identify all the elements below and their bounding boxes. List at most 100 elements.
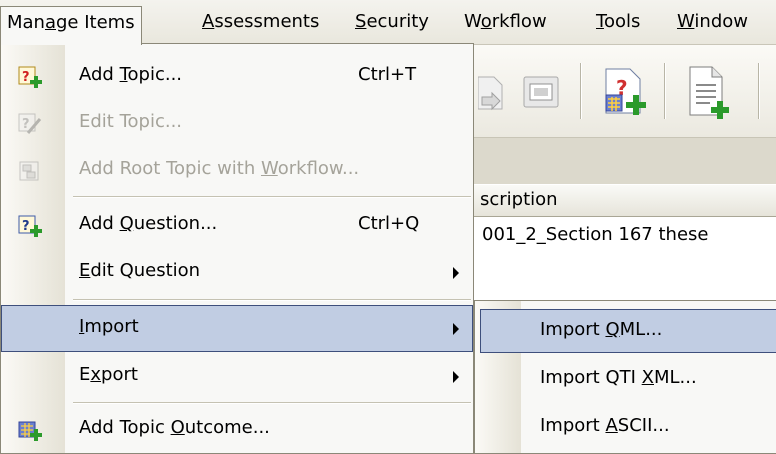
menu-mnemonic: Q (119, 213, 134, 234)
menu-item-add-question[interactable]: ? Add Question... Ctrl+Q (1, 202, 473, 249)
menu-item-import[interactable]: Import (1, 305, 473, 352)
menu-item-label: Add Question... (79, 213, 217, 234)
toolbar-separator (664, 63, 665, 119)
menu-mnemonic: S (355, 11, 367, 32)
menu-label-part: Edit Topic... (79, 111, 183, 132)
svg-text:?: ? (22, 219, 30, 234)
menu-tools[interactable]: Tools (590, 6, 646, 38)
menu-item-shortcut: Ctrl+T (358, 64, 417, 85)
toolbar-new-document-icon[interactable] (686, 65, 730, 121)
menu-label-part: orkflow... (277, 158, 360, 179)
menu-manage-items[interactable]: Manage Items (0, 6, 142, 45)
svg-text:?: ? (22, 117, 30, 132)
menu-item-label: Import (79, 316, 139, 337)
menu-mnemonic: T (596, 11, 604, 32)
menu-label-part: uestion... (133, 213, 218, 234)
svg-text:?: ? (22, 70, 30, 85)
menu-label-part: utcome... (184, 417, 270, 438)
menu-mnemonic: A (202, 11, 215, 32)
menu-label-part: Add Root Topic with (79, 158, 261, 179)
submenu-item-label: Import QML... (540, 319, 662, 340)
menu-mnemonic: o (480, 11, 492, 32)
menu-mnemonic: a (44, 12, 56, 33)
menu-item-label: Add Topic Outcome... (79, 417, 270, 438)
import-submenu: Import QML... Import QTI XML... Import A… (474, 300, 776, 454)
menu-item-label: Add Root Topic with Workflow... (79, 158, 359, 179)
submenu-item-label: Import ASCII... (540, 415, 670, 436)
menu-mnemonic: Q (605, 319, 620, 340)
menu-item-edit-question[interactable]: Edit Question (1, 249, 473, 296)
menu-label-part: ML... (619, 319, 663, 340)
menu-mnemonic: W (677, 11, 695, 32)
toolbar-add-question-icon[interactable]: ? (600, 65, 648, 119)
menu-item-edit-topic: ? Edit Topic... (1, 100, 473, 147)
add-question-icon: ? (18, 215, 42, 237)
toolbar-image-icon[interactable] (522, 73, 562, 111)
menu-separator (73, 402, 471, 404)
submenu-item-import-qti-xml[interactable]: Import QTI XML... (480, 357, 776, 401)
menu-item-export[interactable]: Export (1, 353, 473, 400)
menu-label-part: dit Question (90, 260, 201, 281)
grid-cell-description[interactable]: 001_2_Section 167 these (482, 224, 708, 245)
menu-mnemonic: E (79, 260, 91, 281)
menu-label-part: SCII... (617, 415, 670, 436)
toolbar-doc-arrow-icon[interactable] (478, 75, 506, 111)
menu-label-part: port (101, 364, 138, 385)
toolbar-separator (758, 63, 759, 119)
menu-mnemonic: X (641, 367, 654, 388)
add-topic-icon: ? (18, 66, 42, 88)
menu-security[interactable]: Security (349, 6, 435, 38)
menu-label-part: ML... (654, 367, 697, 388)
menu-item-label: Export (79, 364, 138, 385)
menu-mnemonic: W (260, 158, 278, 179)
menu-label-part: W (464, 11, 481, 32)
submenu-item-import-ascii[interactable]: Import ASCII... (480, 405, 776, 449)
group-by-strip (460, 138, 776, 185)
submenu-arrow-icon (453, 371, 459, 383)
add-topic-outcome-icon (18, 421, 42, 441)
edit-topic-icon: ? (18, 113, 42, 134)
submenu-arrow-icon (453, 323, 459, 335)
menu-mnemonic: x (90, 364, 102, 385)
manage-items-dropdown: ? Add Topic... Ctrl+T ? Edit Topic... Ad… (0, 43, 474, 454)
menu-item-add-topic[interactable]: ? Add Topic... Ctrl+T (1, 53, 473, 100)
menu-mnemonic: O (170, 417, 185, 438)
menu-item-add-topic-outcome[interactable]: Add Topic Outcome... (1, 406, 473, 453)
toolbar: ? (460, 45, 776, 138)
submenu-item-label: Import QTI XML... (540, 367, 697, 388)
add-root-topic-icon (19, 161, 39, 181)
menu-item-add-root-topic-workflow: Add Root Topic with Workflow... (1, 147, 473, 194)
menu-bar: Manage Items Assessments Security Workfl… (0, 0, 776, 45)
menu-separator (73, 196, 471, 198)
menu-label-part: rkflow (491, 11, 547, 32)
menu-item-label: Edit Question (79, 260, 200, 281)
menu-label-part: ssessments (214, 11, 320, 32)
menu-separator (73, 299, 471, 301)
menu-label-part: ge Items (56, 12, 135, 33)
menu-label-part: Man (7, 12, 45, 33)
menu-assessments[interactable]: Assessments (196, 6, 325, 38)
column-header-label: scription (480, 189, 558, 210)
menu-item-shortcut: Ctrl+Q (358, 213, 420, 234)
menu-item-label: Add Topic... (79, 64, 182, 85)
menu-label-part: Add (79, 213, 120, 234)
menu-label-part: Import (540, 319, 606, 340)
menu-window[interactable]: Window (671, 6, 754, 38)
menu-label-part: ecurity (366, 11, 429, 32)
menu-label-part: Add (79, 64, 120, 85)
menu-item-label: Edit Topic... (79, 111, 182, 132)
menu-label-part: Add Topic (79, 417, 171, 438)
menu-mnemonic: T (119, 64, 128, 85)
submenu-item-import-qml[interactable]: Import QML... (480, 309, 776, 353)
menu-label-part: Import (540, 415, 606, 436)
menu-label-part: indow (694, 11, 748, 32)
toolbar-separator (580, 63, 581, 119)
column-header-description[interactable]: scription (460, 184, 776, 217)
menu-mnemonic: A (605, 415, 618, 436)
menu-label-part: ools (603, 11, 641, 32)
menu-workflow[interactable]: Workflow (458, 6, 553, 38)
menu-label-part: E (79, 364, 91, 385)
submenu-arrow-icon (453, 267, 459, 279)
menu-label-part: opic... (127, 64, 183, 85)
menu-label-part: Import QTI (540, 367, 642, 388)
